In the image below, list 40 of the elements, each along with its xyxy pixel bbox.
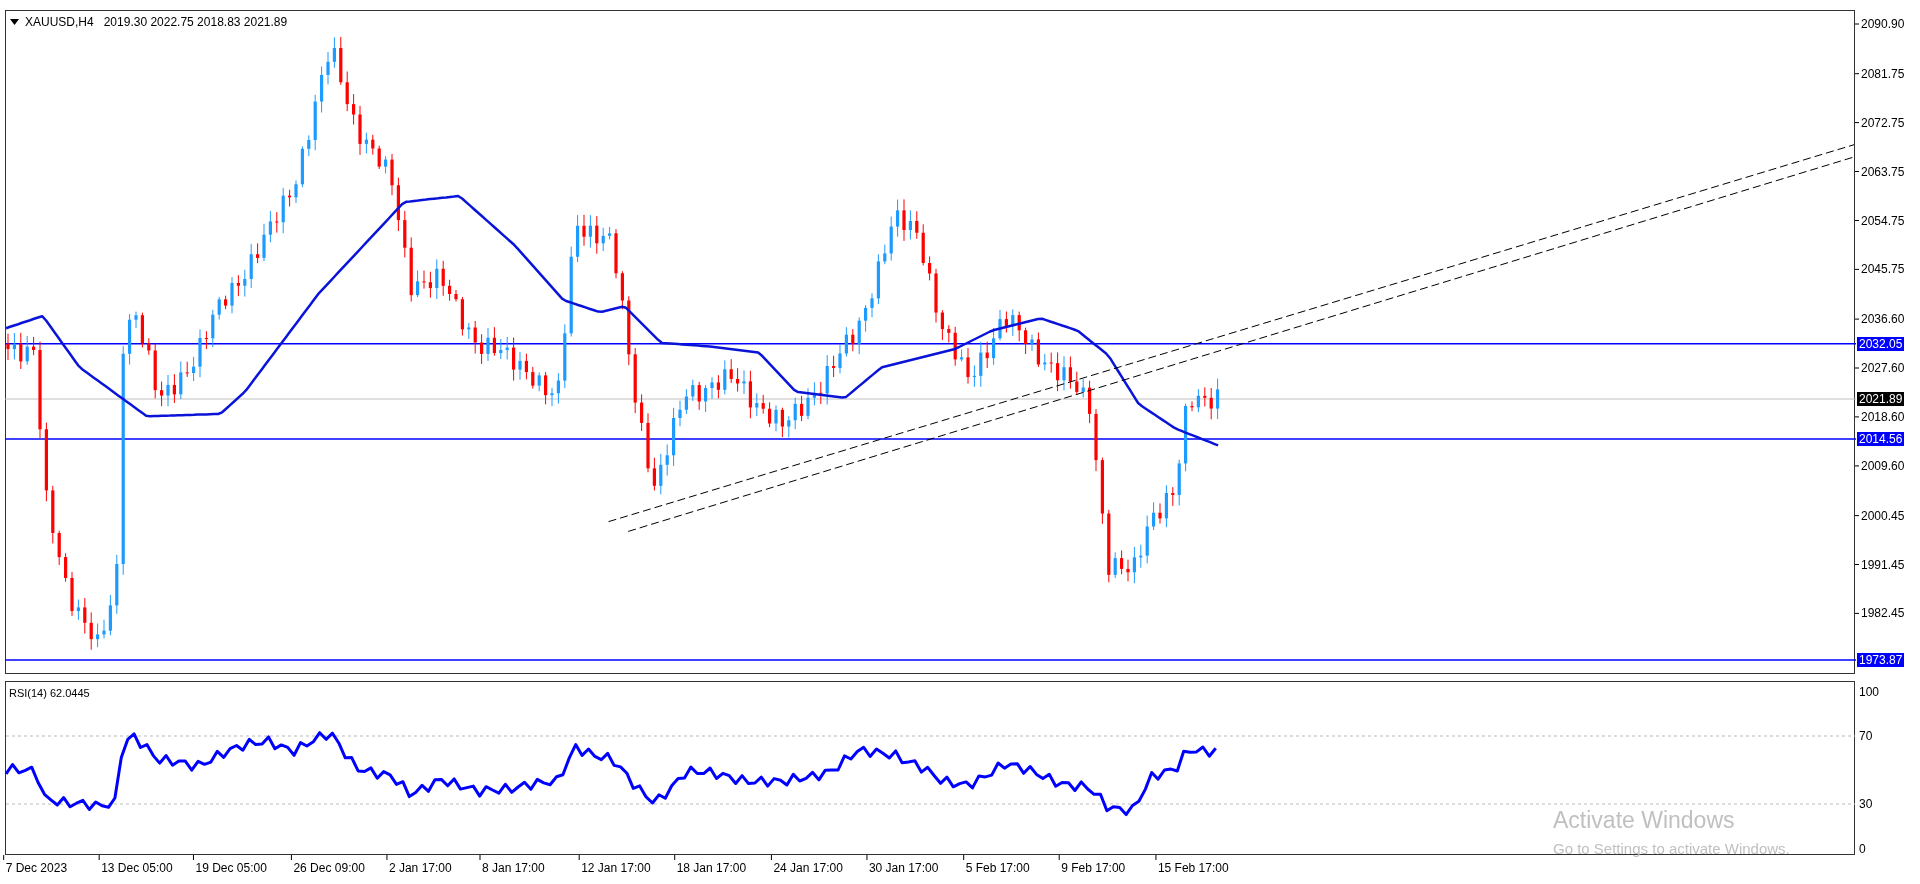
price-tick-label: 1991.45 [1860, 557, 1906, 572]
rsi-tick-label: 0 [1859, 842, 1866, 856]
time-axis-label: 12 Jan 17:00 [581, 860, 651, 877]
level-price-tag: 2014.56 [1857, 431, 1905, 446]
price-tick-label: 2000.45 [1860, 508, 1906, 523]
level-price-tag: 2032.05 [1857, 336, 1905, 351]
price-tick-label: 2054.75 [1860, 213, 1906, 228]
price-tick-label: 2072.75 [1860, 115, 1906, 130]
time-axis-label: 9 Feb 17:00 [1061, 860, 1126, 877]
ohlc-values: 2019.30 2022.75 2018.83 2021.89 [103, 14, 288, 31]
time-axis-label: 19 Dec 05:00 [195, 860, 267, 877]
price-tick-label: 2009.60 [1860, 458, 1906, 473]
symbol-label: XAUUSD,H4 [25, 14, 94, 31]
dropdown-triangle-icon[interactable] [10, 19, 19, 25]
current-price-tag: 2021.89 [1857, 392, 1905, 406]
rsi-tick-label: 70 [1859, 729, 1873, 743]
activation-title: Activate Windows [1553, 806, 1735, 835]
time-axis-label: 13 Dec 05:00 [101, 860, 173, 877]
time-axis-label: 18 Jan 17:00 [676, 860, 747, 877]
time-axis-label: 7 Dec 2023 [5, 860, 68, 877]
price-tick-label: 2027.60 [1860, 361, 1906, 375]
price-tick-label: 2090.90 [1860, 17, 1906, 31]
price-tick-label: 2045.75 [1860, 262, 1906, 277]
time-axis-label: 30 Jan 17:00 [868, 860, 939, 877]
price-tick-label: 2081.75 [1860, 66, 1906, 81]
price-tick-label: 2036.60 [1860, 312, 1906, 327]
rsi-tick-label: 30 [1859, 797, 1873, 811]
time-axis-label: 15 Feb 17:00 [1157, 860, 1229, 877]
time-axis-label: 5 Feb 17:00 [965, 860, 1030, 877]
time-axis-label: 8 Jan 17:00 [482, 860, 545, 877]
price-tick-label: 2018.60 [1860, 409, 1906, 424]
price-tick-label: 2063.75 [1860, 164, 1906, 179]
time-axis-label: 2 Jan 17:00 [388, 860, 452, 877]
time-axis-label: 24 Jan 17:00 [773, 860, 843, 877]
level-price-tag: 1973.87 [1857, 653, 1905, 667]
rsi-label: RSI(14) 62.0445 [9, 686, 90, 701]
activation-message: Go to Settings to activate Windows. [1553, 839, 1790, 859]
time-axis-label: 26 Dec 09:00 [293, 860, 365, 877]
price-tick-label: 1982.45 [1860, 606, 1906, 621]
rsi-tick-label: 100 [1859, 685, 1880, 699]
